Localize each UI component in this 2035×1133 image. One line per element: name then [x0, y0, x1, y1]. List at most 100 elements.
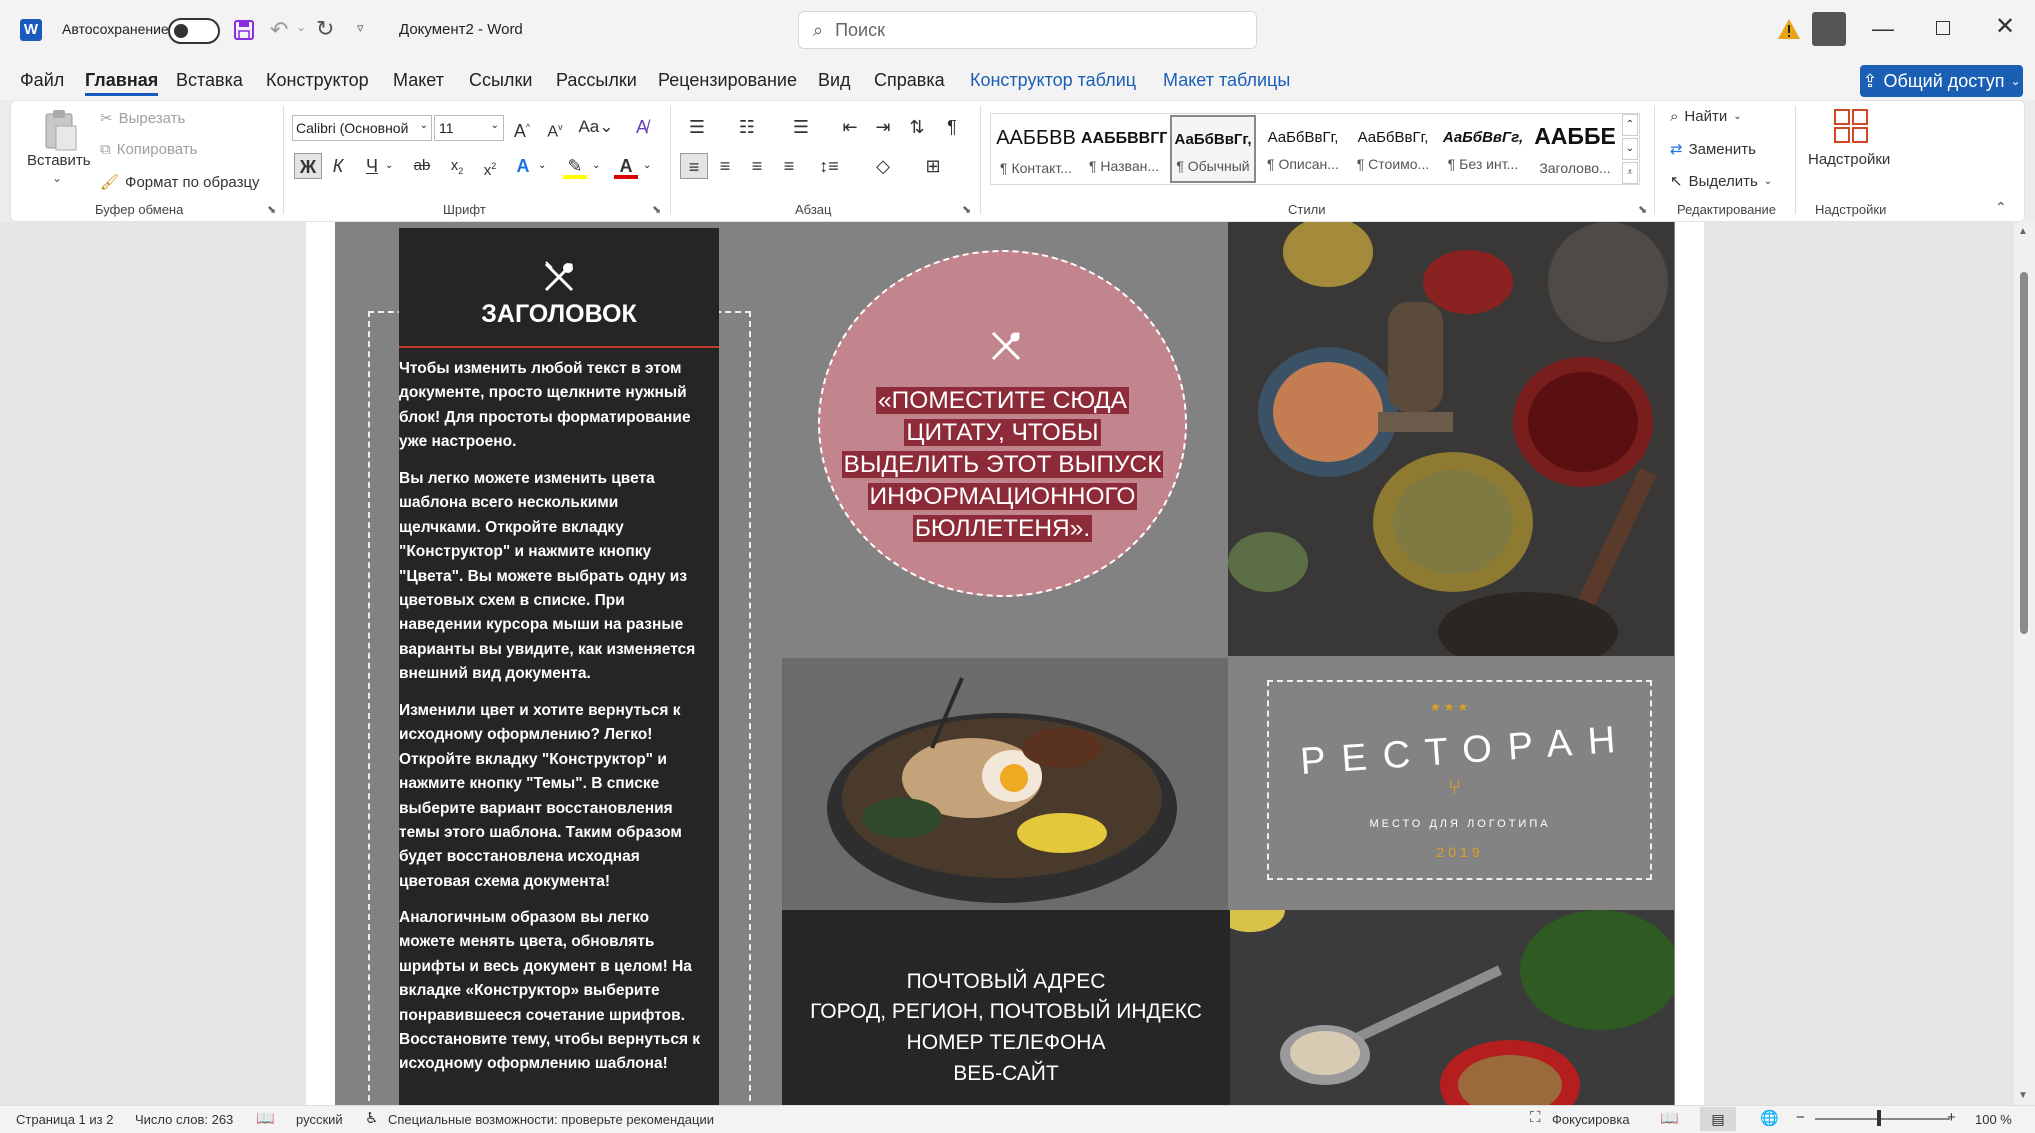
- addins-icon[interactable]: [1833, 108, 1869, 144]
- collapse-ribbon-icon[interactable]: ⌃: [1995, 199, 2007, 216]
- justify-button[interactable]: ≡: [777, 153, 801, 179]
- undo-icon[interactable]: ↶: [270, 17, 288, 43]
- paragraph-launcher-icon[interactable]: ⬊: [962, 203, 971, 216]
- paste-button[interactable]: Вставить: [27, 152, 91, 169]
- superscript-button[interactable]: x2: [478, 153, 502, 179]
- web-layout-icon[interactable]: 🌐: [1760, 1109, 1779, 1127]
- tab-table-layout[interactable]: Макет таблицы: [1163, 70, 1290, 91]
- tab-layout[interactable]: Макет: [393, 70, 444, 91]
- zoom-slider[interactable]: [1815, 1118, 1950, 1120]
- tab-help[interactable]: Справка: [874, 70, 945, 91]
- tab-home[interactable]: Главная: [85, 70, 159, 96]
- customize-qat-icon[interactable]: ▿: [357, 20, 364, 36]
- clear-formatting-icon[interactable]: A̸: [630, 114, 654, 140]
- spice-spoon-photo[interactable]: [1230, 910, 1674, 1110]
- underline-button[interactable]: Ч: [360, 153, 384, 179]
- increase-indent-icon[interactable]: ⇥: [871, 114, 895, 140]
- language-status[interactable]: русский: [296, 1112, 343, 1127]
- spices-photo[interactable]: [1228, 222, 1674, 656]
- shrink-font-icon[interactable]: Av: [543, 114, 567, 140]
- styles-launcher-icon[interactable]: ⬊: [1638, 203, 1647, 216]
- tab-insert[interactable]: Вставка: [176, 70, 243, 91]
- scroll-down-arrow-icon[interactable]: ▼: [2018, 1090, 2028, 1101]
- scrollbar-thumb[interactable]: [2020, 272, 2028, 634]
- style-item[interactable]: АаБбВвГг, ¶ Стоимо...: [1350, 115, 1436, 183]
- sidebar-paragraph[interactable]: Аналогичным образом вы легко можете меня…: [399, 906, 711, 1077]
- italic-button[interactable]: К: [326, 153, 350, 179]
- clipboard-launcher-icon[interactable]: ⬊: [267, 203, 276, 216]
- font-size-select[interactable]: 11 ⌄: [434, 115, 504, 141]
- font-color-icon[interactable]: A: [614, 153, 638, 179]
- multilevel-list-icon[interactable]: ☰: [786, 114, 816, 140]
- print-layout-icon[interactable]: ▤: [1700, 1107, 1736, 1131]
- word-count[interactable]: Число слов: 263: [135, 1112, 233, 1127]
- replace-button[interactable]: ⇄ Заменить: [1670, 140, 1756, 159]
- search-box[interactable]: ⌕ Поиск: [798, 11, 1257, 49]
- styles-more-icon[interactable]: ⩡: [1622, 162, 1638, 184]
- format-painter-button[interactable]: 🖌 Формат по образцу: [100, 173, 260, 192]
- style-item-selected[interactable]: АаБбВвГг, ¶ Обычный: [1170, 115, 1256, 183]
- tab-file[interactable]: Файл: [20, 70, 64, 91]
- style-item[interactable]: ААББЕ Заголово...: [1530, 115, 1620, 183]
- chevron-down-icon[interactable]: ⌄: [592, 160, 600, 171]
- text-effects-icon[interactable]: A: [511, 153, 535, 179]
- sidebar-paragraph[interactable]: Изменили цвет и хотите вернуться к исход…: [399, 699, 711, 894]
- tab-view[interactable]: Вид: [818, 70, 851, 91]
- copy-button[interactable]: ⧉ Копировать: [100, 141, 197, 158]
- sidebar-heading[interactable]: ЗАГОЛОВОК: [399, 300, 719, 329]
- style-item[interactable]: АаБбВвГг, ¶ Без инт...: [1440, 115, 1526, 183]
- chevron-down-icon[interactable]: ⌄: [538, 160, 546, 171]
- align-right-button[interactable]: ≡: [745, 153, 769, 179]
- autosave-toggle[interactable]: [168, 18, 220, 44]
- numbering-icon[interactable]: ☷: [732, 114, 762, 140]
- decrease-indent-icon[interactable]: ⇤: [838, 114, 862, 140]
- addins-button[interactable]: Надстройки: [1808, 151, 1890, 168]
- chevron-down-icon[interactable]: ⌄: [385, 160, 393, 171]
- select-button[interactable]: ↖ Выделить ⌄: [1670, 172, 1772, 191]
- accessibility-status[interactable]: Специальные возможности: проверьте реком…: [388, 1112, 714, 1127]
- zoom-in-icon[interactable]: +: [1947, 1109, 1956, 1126]
- ramen-photo[interactable]: [782, 658, 1228, 910]
- scroll-up-arrow-icon[interactable]: ▲: [2018, 226, 2028, 237]
- zoom-level[interactable]: 100 %: [1975, 1112, 2012, 1127]
- maximize-button[interactable]: [1936, 21, 1950, 35]
- share-button[interactable]: ⇪ Общий доступ ⌄: [1860, 65, 2023, 97]
- grow-font-icon[interactable]: A^: [510, 114, 534, 141]
- close-button[interactable]: ✕: [1995, 12, 2015, 41]
- save-icon[interactable]: [233, 19, 255, 41]
- subscript-button[interactable]: x2: [445, 153, 469, 179]
- tab-review[interactable]: Рецензирование: [658, 70, 797, 91]
- styles-scroll-up-icon[interactable]: ⌃: [1622, 114, 1638, 136]
- zoom-slider-thumb[interactable]: [1877, 1110, 1881, 1126]
- minimize-button[interactable]: —: [1872, 16, 1894, 42]
- warning-icon[interactable]: [1777, 17, 1801, 41]
- read-mode-icon[interactable]: 📖: [1660, 1109, 1679, 1127]
- redo-icon[interactable]: ↻: [316, 16, 334, 42]
- line-spacing-icon[interactable]: ↕≡: [812, 153, 846, 179]
- word-app-icon[interactable]: W: [20, 19, 42, 41]
- shading-icon[interactable]: ◇: [866, 153, 900, 179]
- sidebar-paragraph[interactable]: Вы легко можете изменить цвета шаблона в…: [399, 467, 711, 687]
- font-name-select[interactable]: Calibri (Основной ⌄: [292, 115, 432, 141]
- tab-design[interactable]: Конструктор: [266, 70, 369, 91]
- cut-button[interactable]: ✂ Вырезать: [100, 109, 185, 128]
- bold-button[interactable]: Ж: [294, 153, 322, 179]
- chevron-down-icon[interactable]: ⌄: [643, 160, 651, 171]
- align-center-button[interactable]: ≡: [713, 153, 737, 179]
- borders-icon[interactable]: ⊞: [916, 153, 950, 179]
- avatar[interactable]: [1812, 12, 1846, 46]
- paste-dropdown-icon[interactable]: ⌄: [52, 171, 62, 185]
- find-button[interactable]: ⌕ Найти ⌄: [1670, 108, 1742, 125]
- tab-references[interactable]: Ссылки: [469, 70, 532, 91]
- change-case-icon[interactable]: Aa⌄: [578, 114, 614, 140]
- sort-icon[interactable]: ⇅: [905, 114, 929, 140]
- styles-scroll-down-icon[interactable]: ⌄: [1622, 138, 1638, 160]
- show-marks-icon[interactable]: ¶: [940, 114, 964, 140]
- style-item[interactable]: АаБбВвГг, ¶ Описан...: [1260, 115, 1346, 183]
- pull-quote[interactable]: «ПОМЕСТИТЕ СЮДА ЦИТАТУ, ЧТОБЫ ВЫДЕЛИТЬ Э…: [840, 385, 1165, 545]
- style-item[interactable]: ААББВВ ¶ Контакт...: [993, 115, 1079, 183]
- tab-mailings[interactable]: Рассылки: [556, 70, 637, 91]
- accessibility-icon[interactable]: ♿: [365, 1109, 378, 1127]
- bullets-icon[interactable]: ☰: [682, 114, 712, 140]
- focus-mode-button[interactable]: Фокусировка: [1552, 1112, 1630, 1127]
